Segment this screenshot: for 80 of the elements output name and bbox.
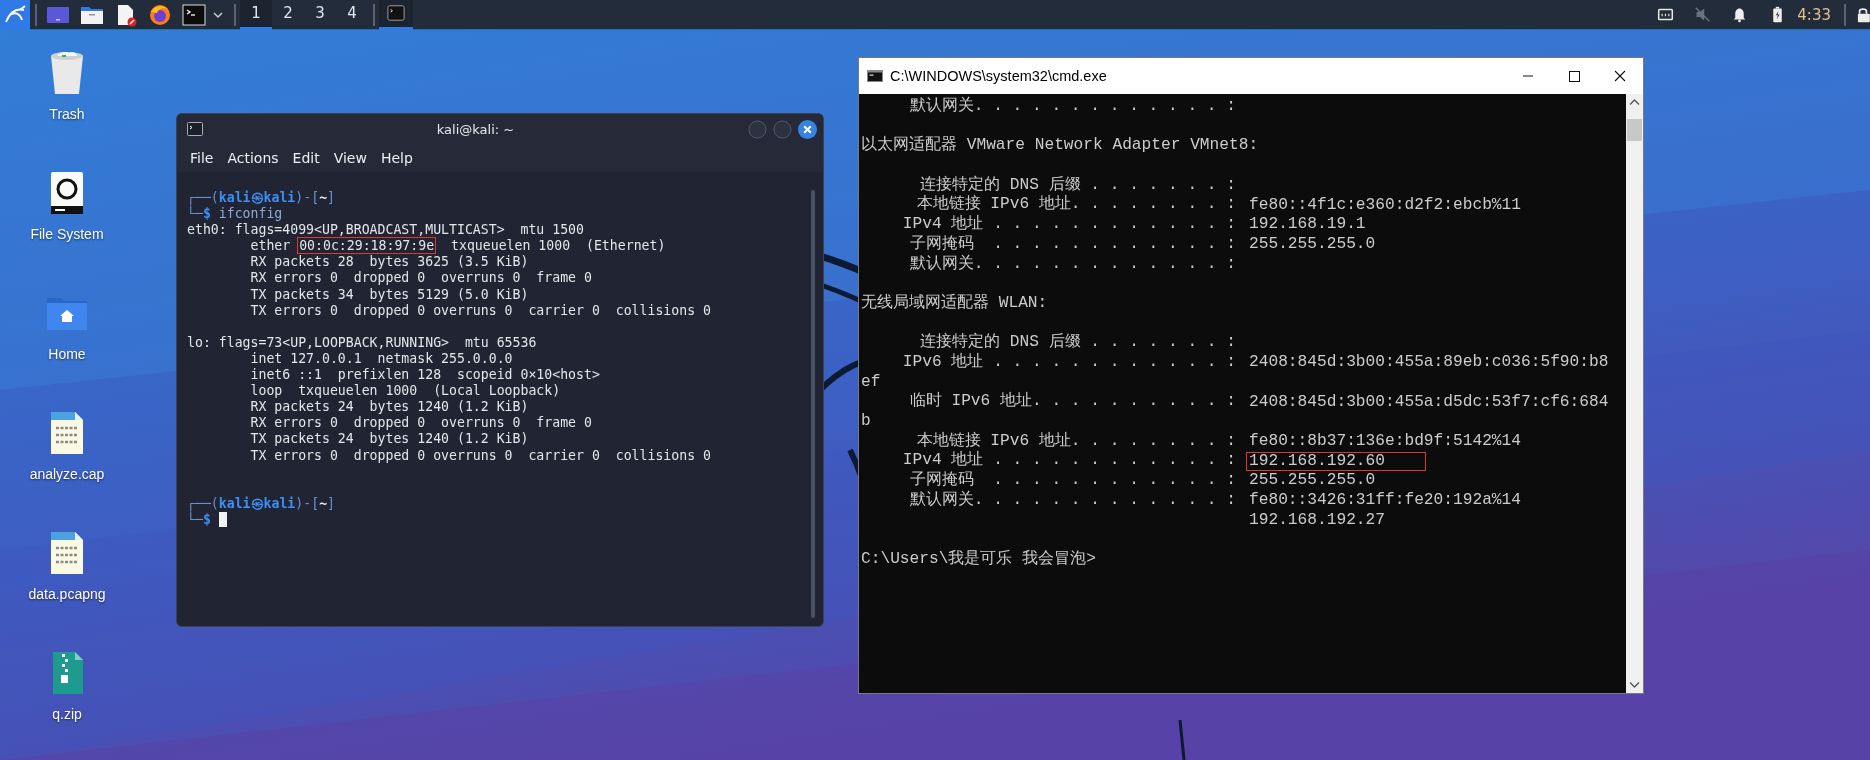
workspace-tab[interactable]: 4 — [336, 0, 368, 30]
workspace-tab[interactable]: 2 — [272, 0, 304, 30]
field-label: 子网掩码 . . . . . . . . . . . . : — [908, 234, 1236, 254]
close-icon[interactable] — [798, 119, 817, 139]
icon-label[interactable]: q.zip — [52, 706, 82, 722]
icon-label[interactable]: Home — [48, 346, 86, 362]
field-label: 默认网关. . . . . . . . . . . . . : — [908, 97, 1236, 117]
field-label: 本地链接 IPv6 地址. . . . . . . . : — [915, 431, 1236, 451]
field-value: fe80::8b37:136e:bd9f:5142%14 — [1248, 432, 1522, 452]
terminal-line: loop txqueuelen 1000 (Local Loopback) — [249, 383, 561, 400]
field-label: 连接特定的 DNS 后缀 . . . . . . . : — [919, 175, 1236, 195]
scroll-thumb[interactable] — [1627, 119, 1642, 141]
terminal-line: inet 127.0.0.1 netmask 255.0.0.0 — [249, 350, 513, 368]
scrollbar[interactable] — [811, 190, 815, 618]
terminal-line: RX errors 0 dropped 0 overruns 0 frame 0 — [249, 270, 592, 287]
battery-icon[interactable] — [1772, 6, 1784, 23]
field-label: 子网掩码 . . . . . . . . . . . . : — [908, 471, 1236, 490]
terminal-line: RX packets 24 bytes 1240 (1.2 KiB) — [249, 399, 529, 416]
console-line: 无线局域网适配器 WLAN: — [861, 293, 1048, 314]
field-value: 255.255.255.0 — [1248, 471, 1377, 491]
menu-item[interactable]: Help — [373, 150, 420, 166]
terminal-icon — [187, 122, 203, 136]
dragon-icon[interactable] — [0, 0, 30, 30]
window-title: kali@kali: ~ — [435, 121, 516, 137]
console-line: ef — [861, 372, 881, 393]
terminal-line: TX packets 34 bytes 5129 (5.0 KiB) — [249, 286, 529, 303]
terminal-line: inet6 ::1 prefixlen 128 scopeid 0×10<host> — [249, 367, 600, 384]
window-title: C:\WINDOWS\system32\cmd.exe — [890, 68, 1108, 84]
clock[interactable]: 4:33 — [1797, 5, 1831, 24]
network-icon[interactable] — [1657, 6, 1675, 23]
field-label: IPv6 地址 . . . . . . . . . . . . : — [901, 352, 1236, 373]
field-label: 本地链接 IPv6 地址. . . . . . . . : — [915, 195, 1236, 215]
field-value: 192.168.19.1 — [1248, 215, 1367, 235]
field-label: 默认网关. . . . . . . . . . . . . : — [908, 254, 1236, 275]
field-value: 2408:845d:3b00:455a:d5dc:53f7:cf6:684 — [1248, 392, 1610, 412]
menu-item[interactable]: Actions — [220, 150, 286, 166]
terminal-line: └─$ — [187, 511, 227, 528]
console-line: C:\Users\我是可乐 我会冒泡> — [861, 549, 1096, 570]
field-label: IPv4 地址 . . . . . . . . . . . . : — [901, 451, 1236, 471]
console-icon — [867, 70, 883, 82]
icon-label[interactable]: Trash — [49, 106, 85, 122]
terminal-line: └─$ ifconfig — [187, 206, 283, 223]
terminal-line: eth0: flags=4099<UP,BROADCAST,MULTICAST> mtu 1500 — [187, 222, 584, 239]
terminal-line: RX packets 28 bytes 3625 (3.5 KiB) — [249, 254, 529, 271]
field-label: 临时 IPv6 地址. . . . . . . . . . : — [908, 392, 1236, 412]
muted-speaker-icon[interactable] — [1694, 6, 1712, 23]
scrollbar[interactable] — [1626, 94, 1643, 693]
terminal-line: ether 00:0c:29:18:97:9e txqueuelen 1000 (Ethernet) — [249, 238, 666, 255]
field-value: 192.168.192.60 — [1246, 451, 1426, 471]
field-label: 连接特定的 DNS 后缀 . . . . . . . : — [919, 333, 1236, 353]
terminal-line: RX errors 0 dropped 0 overruns 0 frame 0 — [249, 415, 592, 432]
task-button[interactable] — [379, 0, 413, 30]
lock-icon[interactable] — [1856, 6, 1870, 23]
icon-label[interactable]: data.pcapng — [28, 586, 106, 602]
terminal-icon[interactable] — [182, 2, 206, 27]
workspace-tab[interactable]: 3 — [304, 0, 336, 30]
terminal-line: TX packets 24 bytes 1240 (1.2 KiB) — [249, 431, 529, 448]
menu-item[interactable]: File — [183, 150, 221, 166]
field-value: 255.255.255.0 — [1248, 235, 1377, 255]
field-value: fe80::4f1c:e360:d2f2:ebcb%11 — [1248, 195, 1522, 215]
icon-label[interactable]: File System — [30, 226, 104, 242]
terminal-line: ┌──(kali㉿kali)-[~] — [187, 495, 336, 512]
menu-item[interactable]: Edit — [285, 150, 327, 166]
menu-item[interactable]: View — [326, 150, 374, 166]
workspace-tab[interactable]: 1 — [240, 0, 272, 30]
terminal-icon[interactable] — [387, 4, 405, 22]
field-label: IPv4 地址 . . . . . . . . . . . . : — [901, 215, 1236, 235]
console-line: 以太网适配器 VMware Network Adapter VMnet8: — [861, 136, 1259, 157]
terminal-line: TX errors 0 dropped 0 overruns 0 carrier 0 collisions 0 — [249, 447, 711, 464]
field-value: fe80::3426:31ff:fe20:192a%14 — [1248, 491, 1522, 511]
field-label: 默认网关. . . . . . . . . . . . . : — [908, 490, 1236, 511]
console-line: b — [861, 412, 871, 432]
terminal-line: TX errors 0 dropped 0 overruns 0 carrier 0 collisions 0 — [249, 302, 711, 319]
field-value: 2408:845d:3b00:455a:89eb:c036:5f90:b8 — [1248, 353, 1610, 373]
icon-label[interactable]: analyze.cap — [29, 466, 105, 482]
chevron-down-icon[interactable] — [213, 9, 223, 20]
browser-icon[interactable] — [148, 2, 172, 27]
terminal-line: ┌──(kali㉿kali)-[~] — [187, 190, 336, 206]
field-value: 192.168.192.27 — [1248, 510, 1386, 530]
terminal-line: lo: flags=73<UP,LOOPBACK,RUNNING> mtu 65536 — [187, 334, 537, 351]
